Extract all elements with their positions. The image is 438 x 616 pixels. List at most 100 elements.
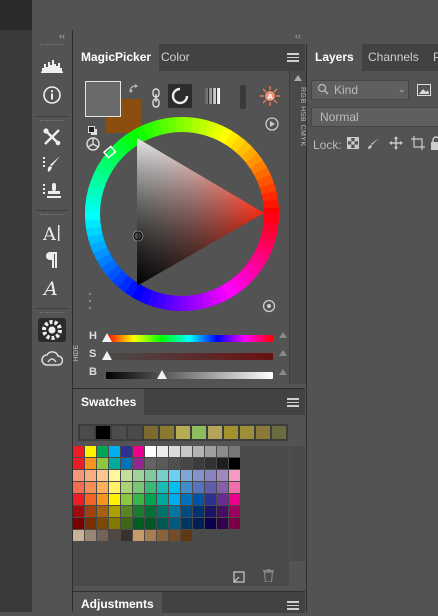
color-swatch[interactable] [97,494,108,505]
color-swatch[interactable] [193,446,204,457]
color-swatch[interactable] [205,506,216,517]
color-swatch[interactable] [217,458,228,469]
color-swatch[interactable] [97,482,108,493]
color-swatch[interactable] [229,446,240,457]
color-swatch[interactable] [145,458,156,469]
color-swatch[interactable] [193,494,204,505]
color-swatch[interactable] [109,530,120,541]
color-swatch[interactable] [109,506,120,517]
color-swatch[interactable] [73,446,84,457]
resize-grip[interactable] [88,291,92,311]
recent-swatch[interactable] [272,426,286,439]
color-swatch[interactable] [193,482,204,493]
picker-menu-icon[interactable] [287,53,299,62]
color-swatch[interactable] [121,506,132,517]
color-swatch[interactable] [73,494,84,505]
delete-swatch-icon[interactable] [263,569,274,587]
color-swatch[interactable] [73,458,84,469]
color-swatch[interactable] [109,494,120,505]
color-swatch[interactable] [229,482,240,493]
swap-colors-icon[interactable] [128,82,140,100]
color-swatch[interactable] [73,530,84,541]
color-swatch[interactable] [157,530,168,541]
saturation-slider-thumb[interactable] [102,351,112,360]
color-swatch[interactable] [85,446,96,457]
color-swatch[interactable] [205,482,216,493]
color-swatch[interactable] [133,506,144,517]
wheel-mode-button[interactable] [168,84,192,108]
color-swatch[interactable] [73,518,84,529]
color-swatch[interactable] [145,482,156,493]
color-swatch[interactable] [157,494,168,505]
color-swatch[interactable] [205,518,216,529]
hide-sliders-tab[interactable]: HIDE [73,345,86,385]
tab-swatches[interactable]: Swatches [73,389,145,416]
collapse-right-button[interactable]: ‹‹ [290,30,306,42]
color-swatch[interactable] [229,458,240,469]
color-swatch[interactable] [121,482,132,493]
tab-channels[interactable]: Channels [360,44,427,71]
color-swatch[interactable] [85,482,96,493]
color-wheel[interactable] [84,116,280,312]
recent-swatch[interactable] [192,426,206,439]
color-swatch[interactable] [181,518,192,529]
brightness-slider[interactable] [106,372,273,379]
color-swatch[interactable] [169,446,180,457]
gamut-warning-icon[interactable]: A [260,86,280,111]
clone-source-icon[interactable] [38,179,66,203]
color-swatch[interactable] [169,458,180,469]
recent-swatch[interactable] [112,426,126,439]
color-swatch[interactable] [133,530,144,541]
recent-swatch[interactable] [160,426,174,439]
color-swatch[interactable] [133,470,144,481]
color-swatch[interactable] [109,470,120,481]
hue-slider-thumb[interactable] [102,333,112,342]
color-swatch[interactable] [145,530,156,541]
color-swatch[interactable] [109,458,120,469]
color-swatch[interactable] [217,470,228,481]
color-swatch[interactable] [181,446,192,457]
color-swatch[interactable] [157,446,168,457]
color-swatch[interactable] [97,458,108,469]
lock-artboard-icon[interactable] [411,136,425,153]
color-swatch[interactable] [181,458,192,469]
color-swatch[interactable] [85,518,96,529]
color-swatch[interactable] [157,518,168,529]
dock-grip[interactable] [40,120,64,123]
color-swatch[interactable] [217,506,228,517]
recent-swatch[interactable] [96,426,110,439]
collapse-left-button[interactable]: ‹‹ [54,30,70,42]
swatches-menu-icon[interactable] [287,398,299,407]
color-swatch[interactable] [181,530,192,541]
color-swatch[interactable] [229,494,240,505]
layer-filter-select[interactable]: Kind ⌄ [311,80,409,100]
recent-swatch[interactable] [144,426,158,439]
color-swatch[interactable] [169,506,180,517]
color-swatch[interactable] [169,482,180,493]
color-swatch[interactable] [205,470,216,481]
color-swatch[interactable] [85,458,96,469]
color-swatch[interactable] [217,482,228,493]
color-swatch[interactable] [205,494,216,505]
color-swatch[interactable] [121,470,132,481]
color-swatch[interactable] [217,494,228,505]
recent-swatch[interactable] [128,426,142,439]
color-swatch[interactable] [145,446,156,457]
lock-transparency-icon[interactable] [347,137,359,152]
color-swatch[interactable] [205,458,216,469]
color-swatch[interactable] [133,482,144,493]
link-icon[interactable] [151,88,161,113]
color-swatch[interactable] [109,446,120,457]
color-swatch[interactable] [121,518,132,529]
tab-adjustments[interactable]: Adjustments [73,592,162,613]
glyphs-icon[interactable]: A [38,276,66,300]
color-swatch[interactable] [97,446,108,457]
creative-cloud-libraries-icon[interactable] [38,347,66,371]
color-swatch[interactable] [121,530,132,541]
lock-all-icon[interactable] [431,136,438,153]
color-swatch[interactable] [169,494,180,505]
adjustments-menu-icon[interactable] [287,601,299,610]
color-swatch[interactable] [133,518,144,529]
recent-swatch[interactable] [208,426,222,439]
histogram-icon[interactable] [38,54,66,78]
